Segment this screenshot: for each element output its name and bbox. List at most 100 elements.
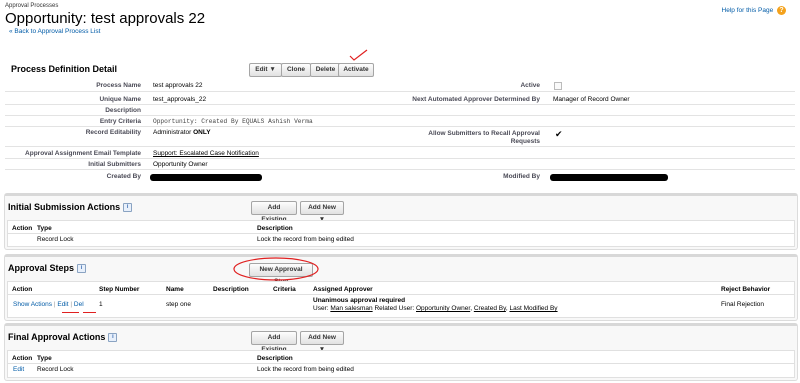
back-to-list-link[interactable]: « Back to Approval Process List — [9, 28, 100, 35]
approval-steps-panel: Approval Stepsi New Approval Step Action… — [4, 254, 798, 321]
initial-submission-panel: Initial Submission Actionsi Add Existing… — [4, 193, 798, 250]
active-checkbox — [554, 82, 562, 90]
column-header-action: Action — [12, 225, 33, 232]
redaction-mark — [550, 174, 668, 181]
column-header-description: Description — [257, 225, 293, 232]
next-approver-value: Manager of Record Owner — [553, 96, 630, 103]
allow-recall-label-2: Requests — [510, 138, 540, 145]
approver-users: User: Man salesman Related User: Opportu… — [313, 305, 558, 312]
separator: | — [53, 301, 56, 308]
column-header-description: Description — [213, 286, 249, 293]
column-header-type: Type — [37, 355, 52, 362]
show-actions-link[interactable]: Show Actions — [13, 301, 52, 308]
user-label: User: — [313, 305, 329, 312]
final-approval-title: Final Approval Actions i — [8, 332, 118, 343]
add-existing-button[interactable]: Add Existing — [251, 331, 297, 353]
step-name: step one — [166, 301, 191, 308]
initial-submitters-value: Opportunity Owner — [153, 161, 208, 168]
annotation-checkmark — [349, 49, 368, 61]
reject-behavior: Final Rejection — [721, 301, 764, 308]
annotation-underline — [62, 312, 79, 313]
page-title: Opportunity: test approvals 22 — [5, 10, 206, 27]
approval-steps-table: Action Step Number Name Description Crit… — [7, 281, 795, 318]
info-icon[interactable]: i — [123, 203, 133, 213]
approver-title: Unanimous approval required — [313, 297, 406, 304]
column-header-name: Name — [166, 286, 184, 293]
initial-submitters-label: Initial Submitters — [88, 161, 141, 168]
entry-criteria-value: Opportunity: Created By EQUALS Ashish Ve… — [153, 118, 313, 125]
info-icon[interactable]: i — [77, 264, 87, 274]
allow-recall-check-icon: ✔ — [555, 129, 563, 139]
related-user-link[interactable]: Created By — [474, 305, 506, 312]
edit-action-link[interactable]: Edit — [13, 366, 24, 373]
delete-step-link[interactable]: Del — [74, 301, 84, 308]
clone-button[interactable]: Clone — [281, 63, 311, 77]
help-link-label[interactable]: Help for this Page — [722, 7, 774, 14]
row-description: Lock the record from being edited — [257, 236, 354, 243]
redaction-mark — [150, 174, 262, 181]
column-header-assigned-approver: Assigned Approver — [313, 286, 373, 293]
entry-criteria-label: Entry Criteria — [99, 118, 141, 125]
column-header-type: Type — [37, 225, 52, 232]
edit-dropdown-button[interactable]: Edit ▼ — [249, 63, 282, 77]
add-existing-button[interactable]: Add Existing — [251, 201, 297, 223]
annotation-underline — [83, 312, 96, 313]
final-approval-panel: Final Approval Actionsi Add Existing Add… — [4, 323, 798, 381]
approval-steps-title: Approval Steps i — [8, 263, 87, 274]
record-editability-prefix: Administrator — [153, 129, 192, 136]
related-user-link[interactable]: Opportunity Owner — [416, 305, 470, 312]
activate-button[interactable]: Activate — [338, 63, 374, 77]
next-approver-label: Next Automated Approver Determined By — [412, 96, 540, 103]
comma: , — [470, 305, 473, 312]
created-by-label: Created By — [106, 173, 141, 180]
divider — [5, 146, 795, 147]
process-definition-detail-title: Process Definition Detail — [11, 64, 118, 74]
divider — [5, 126, 795, 127]
divider — [5, 158, 795, 159]
row-type: Record Lock — [37, 236, 74, 243]
record-editability-value: Administrator ONLY — [153, 129, 211, 136]
email-template-link[interactable]: Support: Escalated Case Notification — [153, 150, 259, 157]
column-header-step-number: Step Number — [99, 286, 140, 293]
initial-submission-title: Initial Submission Actions i — [8, 202, 133, 213]
delete-button[interactable]: Delete — [310, 63, 341, 77]
help-link[interactable]: Help for this Page ? — [722, 6, 786, 15]
related-user-link[interactable]: Last Modified By — [510, 305, 558, 312]
question-icon[interactable]: ? — [777, 6, 786, 15]
column-header-description: Description — [257, 355, 293, 362]
divider — [5, 91, 795, 92]
initial-submission-table: Action Type Description Record Lock Lock… — [7, 220, 795, 247]
column-header-action: Action — [12, 286, 33, 293]
related-user-label: Related User: — [374, 305, 415, 312]
divider — [5, 115, 795, 116]
description-label: Description — [105, 107, 141, 114]
row-actions: Show Actions | Edit | Del — [13, 301, 84, 308]
row-description: Lock the record from being edited — [257, 366, 354, 373]
step-number: 1 — [99, 301, 103, 308]
final-approval-title-text: Final Approval Actions — [8, 332, 106, 342]
unique-name-label: Unique Name — [99, 96, 141, 103]
divider — [5, 169, 795, 170]
process-name-value: test approvals 22 — [153, 82, 203, 89]
user-link[interactable]: Man salesman — [330, 305, 372, 312]
breadcrumb: Approval Processes — [5, 3, 59, 9]
info-icon[interactable]: i — [108, 333, 118, 343]
divider — [5, 104, 795, 105]
email-template-label: Approval Assignment Email Template — [25, 150, 141, 157]
allow-recall-label-1: Allow Submitters to Recall Approval — [428, 130, 540, 137]
annotation-circle — [233, 257, 319, 281]
comma: , — [505, 305, 508, 312]
add-new-dropdown-button[interactable]: Add New ▼ — [300, 201, 344, 223]
column-header-criteria: Criteria — [273, 286, 296, 293]
final-approval-table: Action Type Description Edit Record Lock… — [7, 350, 795, 378]
add-new-dropdown-button[interactable]: Add New ▼ — [300, 331, 344, 353]
unique-name-value: test_approvals_22 — [153, 96, 207, 103]
row-type: Record Lock — [37, 366, 74, 373]
header-divider — [8, 233, 794, 234]
record-editability-strong: ONLY — [193, 129, 211, 136]
edit-step-link[interactable]: Edit — [57, 301, 68, 308]
header-divider — [8, 363, 794, 364]
column-header-reject-behavior: Reject Behavior — [721, 286, 771, 293]
process-name-label: Process Name — [96, 82, 141, 89]
separator: | — [70, 301, 73, 308]
